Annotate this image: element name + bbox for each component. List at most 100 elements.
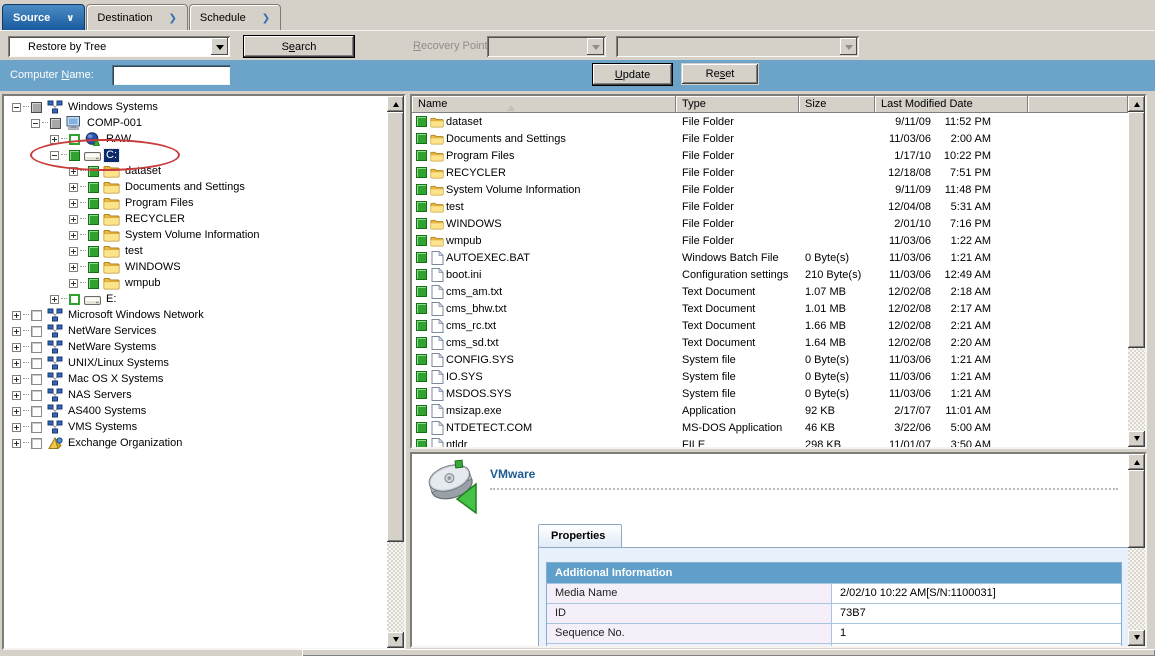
checkbox-checked[interactable]	[416, 422, 427, 433]
file-row-documents-and-settings[interactable]: Documents and SettingsFile Folder11/03/0…	[412, 130, 1128, 147]
checkbox-checked[interactable]	[416, 235, 427, 246]
tree-item-label[interactable]: RECYCLER	[123, 213, 187, 226]
tree-item-label[interactable]: NetWare Services	[66, 325, 158, 338]
tree-item-label[interactable]: AS400 Systems	[66, 405, 148, 418]
tree-item-label[interactable]: Microsoft Windows Network	[66, 309, 206, 322]
tree-item-wmpub[interactable]: wmpub	[5, 275, 387, 291]
scroll-up-button[interactable]	[387, 96, 404, 112]
scroll-down-button[interactable]	[1128, 431, 1145, 447]
scrollbar-thumb[interactable]	[1128, 470, 1145, 548]
tree-item-exchange-organization[interactable]: Exchange Organization	[5, 435, 387, 451]
tree-item-vms-systems[interactable]: VMS Systems	[5, 419, 387, 435]
checkbox-checked[interactable]	[416, 218, 427, 229]
checkbox-checked[interactable]	[88, 182, 99, 193]
checkbox-empty[interactable]	[31, 374, 42, 385]
expand-icon[interactable]	[12, 391, 21, 400]
file-row-program-files[interactable]: Program FilesFile Folder1/17/1010:22 PM	[412, 147, 1128, 164]
checkbox-checked[interactable]	[416, 388, 427, 399]
file-row-io-sys[interactable]: IO.SYSSystem file0 Byte(s)11/03/061:21 A…	[412, 368, 1128, 385]
expand-icon[interactable]	[69, 199, 78, 208]
column-header-type[interactable]: Type	[676, 96, 799, 113]
file-row-msizap-exe[interactable]: msizap.exeApplication92 KB2/17/0711:01 A…	[412, 402, 1128, 419]
expand-icon[interactable]	[50, 135, 59, 144]
column-header-name[interactable]: Name	[412, 96, 676, 113]
checkbox-empty[interactable]	[31, 438, 42, 449]
file-row-ntldr[interactable]: ntldrFILE298 KB11/01/073:50 AM	[412, 436, 1128, 447]
checkbox-checked[interactable]	[88, 166, 99, 177]
column-header-blank[interactable]	[1028, 96, 1128, 113]
expand-icon[interactable]	[12, 327, 21, 336]
checkbox-checked[interactable]	[416, 184, 427, 195]
checkbox-checked[interactable]	[88, 230, 99, 241]
scroll-down-button[interactable]	[1128, 630, 1145, 646]
checkbox-checked[interactable]	[88, 198, 99, 209]
checkbox-checked[interactable]	[88, 278, 99, 289]
checkbox-outline[interactable]	[69, 294, 80, 305]
tree-item-dataset[interactable]: dataset	[5, 163, 387, 179]
file-row-boot-ini[interactable]: boot.iniConfiguration settings210 Byte(s…	[412, 266, 1128, 283]
expand-icon[interactable]	[12, 359, 21, 368]
tree-item-raw[interactable]: RAW	[5, 131, 387, 147]
tree-item-system-volume-information[interactable]: System Volume Information	[5, 227, 387, 243]
checkbox-empty[interactable]	[31, 422, 42, 433]
tree-item-label[interactable]: test	[123, 245, 145, 258]
tree-item-netware-services[interactable]: NetWare Services	[5, 323, 387, 339]
checkbox-checked[interactable]	[416, 269, 427, 280]
expand-icon[interactable]	[50, 295, 59, 304]
checkbox-checked[interactable]	[88, 214, 99, 225]
checkbox-checked[interactable]	[416, 337, 427, 348]
tree-scrollbar[interactable]	[387, 96, 404, 648]
file-row-msdos-sys[interactable]: MSDOS.SYSSystem file0 Byte(s)11/03/061:2…	[412, 385, 1128, 402]
expand-icon[interactable]	[12, 407, 21, 416]
tree-item-label[interactable]: VMS Systems	[66, 421, 139, 434]
tree-item-label[interactable]: Mac OS X Systems	[66, 373, 165, 386]
tree-item-label[interactable]: Exchange Organization	[66, 437, 184, 450]
checkbox-empty[interactable]	[31, 390, 42, 401]
tree-item-label[interactable]: NAS Servers	[66, 389, 134, 402]
expand-icon[interactable]	[12, 311, 21, 320]
tree-item-label[interactable]: WINDOWS	[123, 261, 183, 274]
file-row-ntdetect-com[interactable]: NTDETECT.COMMS-DOS Application46 KB3/22/…	[412, 419, 1128, 436]
expand-icon[interactable]	[12, 423, 21, 432]
tree-item-label[interactable]: COMP-001	[85, 117, 144, 130]
tab-source[interactable]: Source∨	[2, 4, 85, 31]
checkbox-empty[interactable]	[31, 310, 42, 321]
checkbox-checked[interactable]	[416, 116, 427, 127]
scroll-up-button[interactable]	[1128, 454, 1145, 470]
file-row-system-volume-information[interactable]: System Volume InformationFile Folder9/11…	[412, 181, 1128, 198]
tree-item-label[interactable]: dataset	[123, 165, 163, 178]
tree-item-comp-001[interactable]: COMP-001	[5, 115, 387, 131]
expand-icon[interactable]	[69, 183, 78, 192]
expand-icon[interactable]	[12, 439, 21, 448]
checkbox-empty[interactable]	[31, 358, 42, 369]
tab-destination[interactable]: Destination❯	[86, 4, 187, 31]
checkbox-checked[interactable]	[416, 371, 427, 382]
collapse-icon[interactable]	[12, 103, 21, 112]
checkbox-checked[interactable]	[416, 201, 427, 212]
checkbox-checked[interactable]	[416, 439, 427, 447]
file-row-config-sys[interactable]: CONFIG.SYSSystem file0 Byte(s)11/03/061:…	[412, 351, 1128, 368]
update-button[interactable]: Update	[592, 63, 673, 86]
file-row-recycler[interactable]: RECYCLERFile Folder12/18/087:51 PM	[412, 164, 1128, 181]
file-row-cms-bhw-txt[interactable]: cms_bhw.txtText Document1.01 MB12/02/082…	[412, 300, 1128, 317]
tree-item-label[interactable]: C:	[104, 149, 119, 162]
checkbox-outline[interactable]	[69, 134, 80, 145]
tree-item-label[interactable]: E:	[104, 293, 118, 306]
tree-item-label[interactable]: wmpub	[123, 277, 162, 290]
scroll-up-button[interactable]	[1128, 96, 1145, 112]
tree-item-as400-systems[interactable]: AS400 Systems	[5, 403, 387, 419]
file-row-test[interactable]: testFile Folder12/04/085:31 AM	[412, 198, 1128, 215]
tree-item-label[interactable]: Windows Systems	[66, 101, 160, 114]
column-header-last-modified-date[interactable]: Last Modified Date	[875, 96, 1028, 113]
expand-icon[interactable]	[69, 263, 78, 272]
properties-scrollbar[interactable]	[1128, 454, 1145, 646]
collapse-icon[interactable]	[31, 119, 40, 128]
checkbox-partial[interactable]	[50, 118, 61, 129]
expand-icon[interactable]	[69, 247, 78, 256]
reset-button[interactable]: Reset	[681, 63, 759, 85]
checkbox-empty[interactable]	[31, 342, 42, 353]
checkbox-checked[interactable]	[416, 405, 427, 416]
tab-properties[interactable]: Properties	[538, 524, 622, 548]
scroll-down-button[interactable]	[387, 632, 404, 648]
checkbox-checked[interactable]	[416, 286, 427, 297]
